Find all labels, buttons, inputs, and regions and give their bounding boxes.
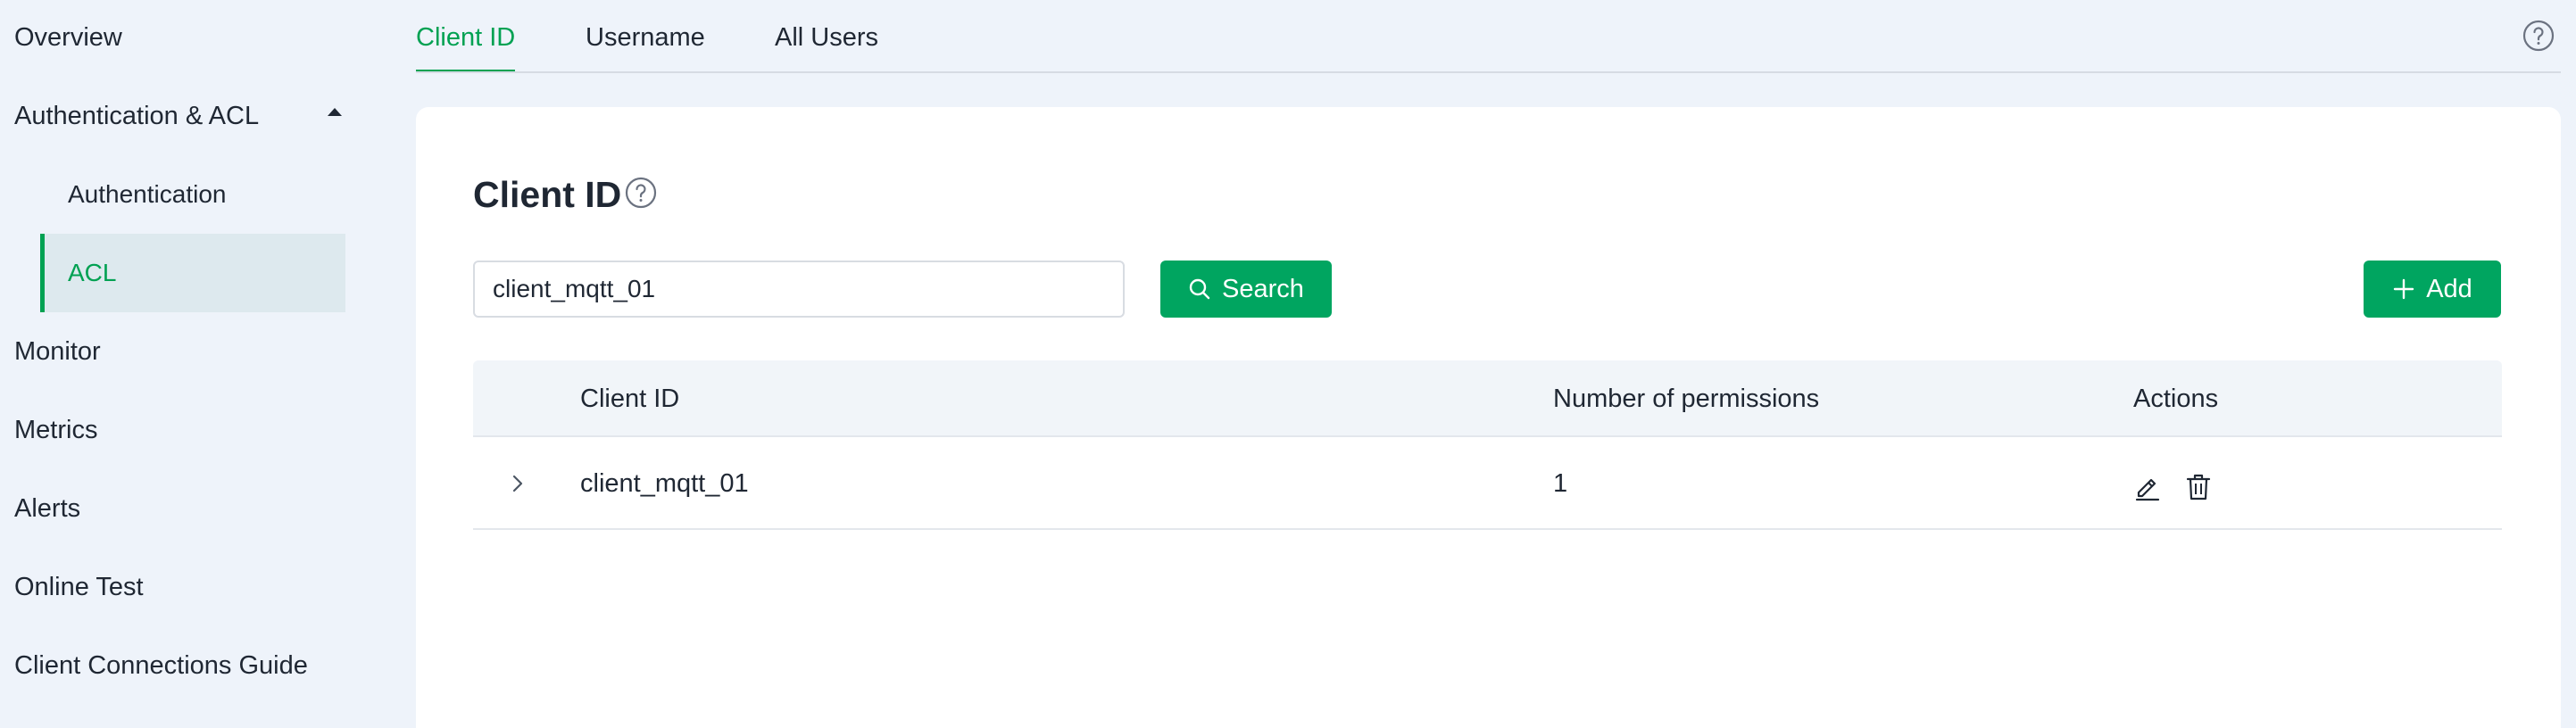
sidebar-subitem-acl[interactable]: ACL [40, 234, 345, 312]
table-row[interactable]: client_mqtt_01 1 [473, 437, 2502, 530]
column-header-permissions: Number of permissions [1553, 385, 1820, 413]
sidebar-item-client-connections-guide[interactable]: Client Connections Guide [14, 641, 308, 691]
search-input[interactable] [473, 261, 1125, 318]
column-header-actions: Actions [2133, 385, 2219, 413]
tab-label: Username [586, 23, 705, 52]
plus-icon [2393, 278, 2414, 300]
sidebar-item-authentication-acl[interactable]: Authentication & ACL [14, 91, 259, 141]
page-title: Client ID [473, 174, 622, 215]
search-icon [1189, 278, 1210, 300]
search-button-label: Search [1222, 274, 1304, 303]
sidebar: Overview Authentication & ACL Authentica… [0, 0, 375, 728]
top-tabs: Client ID Username All Users [416, 0, 2576, 73]
cell-client-id: client_mqtt_01 [580, 469, 749, 498]
tab-label: All Users [775, 23, 879, 52]
tabs-divider [416, 71, 2561, 73]
chevron-right-icon[interactable] [507, 473, 528, 494]
content-card: Client ID Search Add Client ID Numbe [416, 107, 2561, 728]
sidebar-item-overview[interactable]: Overview [14, 12, 122, 62]
sidebar-item-alerts[interactable]: Alerts [14, 484, 80, 534]
table-header: Client ID Number of permissions Actions [473, 360, 2502, 437]
sidebar-item-metrics[interactable]: Metrics [14, 405, 97, 455]
tab-all-users[interactable]: All Users [775, 0, 878, 73]
sidebar-subitem-authentication[interactable]: Authentication [40, 155, 345, 234]
sidebar-item-monitor[interactable]: Monitor [14, 327, 101, 376]
trash-icon[interactable] [2184, 473, 2213, 501]
add-button[interactable]: Add [2364, 261, 2501, 318]
edit-icon[interactable] [2133, 473, 2162, 501]
column-header-client-id: Client ID [580, 385, 680, 413]
search-button[interactable]: Search [1160, 261, 1332, 318]
tab-client-id[interactable]: Client ID [416, 0, 516, 73]
sidebar-item-online-test[interactable]: Online Test [14, 562, 144, 612]
help-circle-icon[interactable] [625, 177, 657, 209]
add-button-label: Add [2426, 274, 2472, 303]
cell-permissions: 1 [1553, 469, 1568, 498]
caret-up-icon[interactable] [328, 108, 342, 116]
client-id-table: Client ID Number of permissions Actions … [473, 360, 2502, 530]
tab-username[interactable]: Username [586, 0, 705, 73]
help-circle-icon[interactable] [2522, 20, 2555, 52]
tab-label: Client ID [416, 23, 516, 52]
